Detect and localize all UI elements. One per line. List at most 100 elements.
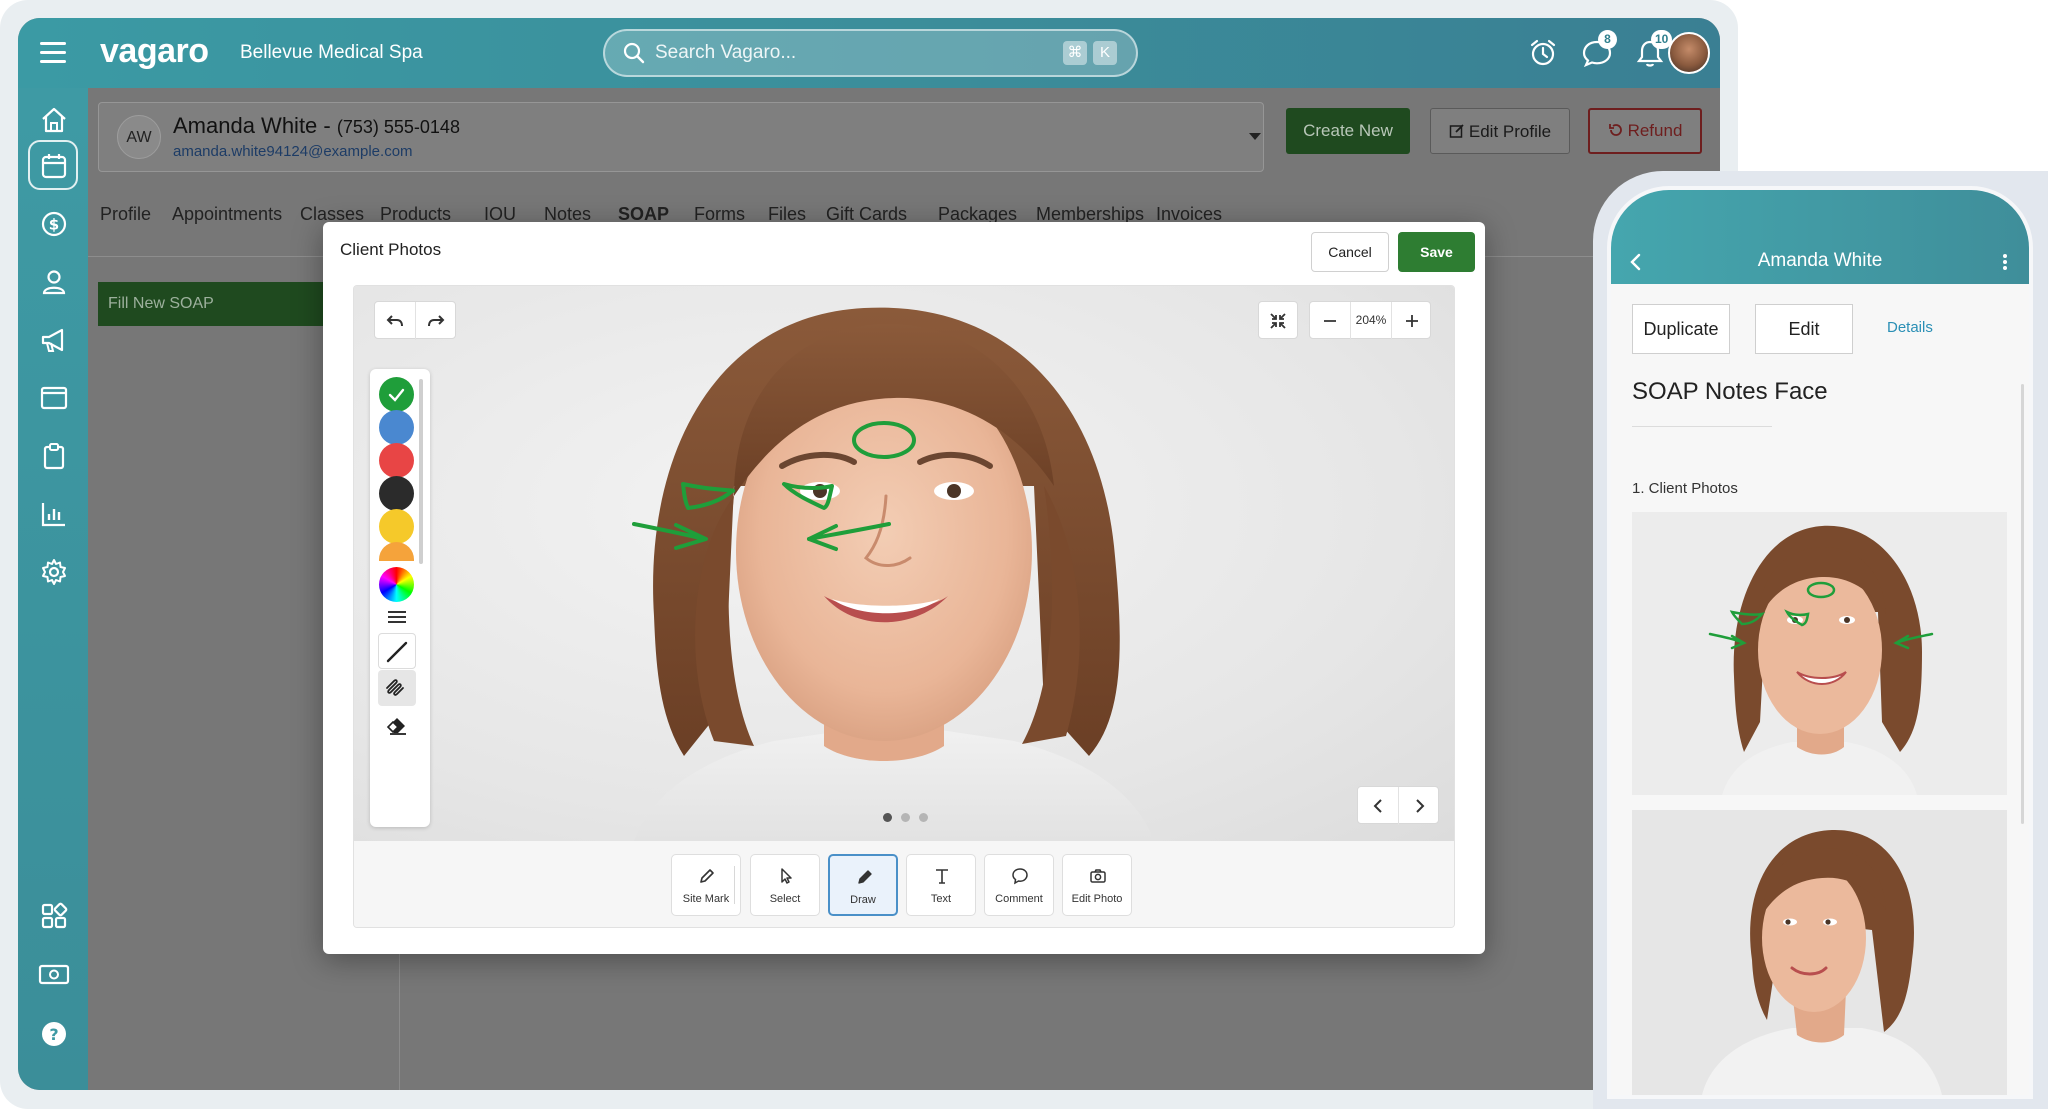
edit-photo-tool-button[interactable]: Edit Photo — [1062, 854, 1132, 916]
mobile-body: Duplicate Edit Details SOAP Notes Face 1… — [1611, 284, 2029, 1095]
apps-grid-icon[interactable] — [40, 902, 68, 930]
soap-title-underline — [1632, 426, 1772, 427]
freehand-tool[interactable] — [378, 670, 416, 706]
top-bar: vagaro Bellevue Medical Spa ⌘ K 8 10 — [18, 18, 1720, 88]
details-link[interactable]: Details — [1887, 319, 1933, 336]
swatch-orange[interactable] — [379, 542, 414, 561]
duplicate-button[interactable]: Duplicate — [1632, 304, 1730, 354]
site-mark-tool-button[interactable]: Site Mark — [671, 854, 741, 916]
tab-appointments[interactable]: Appointments — [172, 204, 282, 225]
user-avatar[interactable] — [1668, 32, 1710, 74]
customers-icon[interactable] — [40, 268, 68, 296]
home-icon[interactable] — [40, 106, 68, 134]
mobile-scrollbar[interactable] — [2021, 384, 2024, 824]
create-new-button[interactable]: Create New — [1286, 108, 1410, 154]
mobile-title: Amanda White — [1757, 250, 1883, 271]
pencil-icon — [700, 869, 714, 883]
previous-photo-icon[interactable] — [1371, 798, 1385, 814]
zoom-out-icon[interactable] — [1322, 314, 1338, 328]
search-input[interactable] — [655, 39, 1035, 67]
palette-scrollbar[interactable] — [419, 379, 423, 564]
client-dropdown-caret-icon[interactable] — [1249, 133, 1261, 140]
undo-redo-group — [374, 301, 456, 340]
refund-button[interactable]: Refund — [1588, 108, 1702, 154]
collapse-arrows-icon — [1270, 313, 1286, 329]
edit-photo-label: Edit Photo — [1071, 893, 1123, 905]
swatch-black[interactable] — [379, 476, 414, 511]
clipboard-icon[interactable] — [40, 442, 68, 470]
shortcut-k-key: K — [1093, 41, 1117, 65]
client-phone: (753) 555-0148 — [336, 117, 460, 137]
dollar-icon[interactable]: $ — [40, 210, 68, 238]
cash-register-icon[interactable] — [38, 960, 70, 988]
eraser-icon[interactable] — [386, 715, 408, 735]
calendar-icon[interactable] — [40, 152, 68, 180]
select-label: Select — [769, 893, 801, 905]
comment-icon — [1012, 868, 1028, 885]
next-photo-icon[interactable] — [1413, 798, 1427, 814]
svg-text:$: $ — [49, 216, 59, 234]
messages-badge: 8 — [1598, 30, 1617, 49]
draw-tool-button[interactable]: Draw — [828, 854, 898, 916]
mobile-edit-button[interactable]: Edit — [1755, 304, 1853, 354]
zoom-level: 204% — [1355, 313, 1387, 327]
marketing-megaphone-icon[interactable] — [40, 326, 68, 354]
camera-icon — [1090, 869, 1106, 883]
client-photo-side[interactable] — [1632, 810, 2007, 1095]
color-wheel-icon[interactable] — [379, 567, 414, 602]
client-photo-annotated[interactable] — [1632, 512, 2007, 795]
swatch-blue[interactable] — [379, 410, 414, 445]
more-vertical-icon[interactable] — [2000, 252, 2010, 272]
search-bar[interactable]: ⌘ K — [603, 29, 1138, 77]
diagonal-line-icon — [386, 641, 408, 663]
modal-title: Client Photos — [340, 240, 442, 259]
menu-icon[interactable] — [40, 42, 66, 64]
pagination-dot-3[interactable] — [919, 813, 928, 822]
check-icon — [388, 388, 405, 402]
fit-to-screen-button[interactable] — [1258, 301, 1298, 339]
client-photos-section-label: 1. Client Photos — [1632, 480, 1738, 497]
text-tool-button[interactable]: Text — [906, 854, 976, 916]
redo-icon[interactable] — [427, 313, 445, 329]
comment-label: Comment — [995, 893, 1043, 905]
pagination-dot-2[interactable] — [901, 813, 910, 822]
alarm-clock-icon[interactable] — [1528, 38, 1558, 68]
comment-tool-button[interactable]: Comment — [984, 854, 1054, 916]
swatch-green[interactable] — [379, 377, 414, 412]
help-icon[interactable]: ? — [40, 1020, 68, 1048]
draw-label: Draw — [850, 894, 876, 906]
edit-profile-label: Edit Profile — [1468, 122, 1552, 141]
select-tool-button[interactable]: Select — [750, 854, 820, 916]
swatch-red[interactable] — [379, 443, 414, 478]
undo-icon[interactable] — [386, 313, 404, 329]
photo-editor: 204% Site Mark Select Draw Text Comment … — [353, 285, 1455, 928]
shortcut-cmd-key: ⌘ — [1063, 41, 1087, 65]
cancel-button[interactable]: Cancel — [1311, 232, 1389, 272]
straight-line-tool[interactable] — [378, 633, 416, 669]
save-button[interactable]: Save — [1398, 232, 1475, 272]
line-weight-icon[interactable] — [386, 609, 408, 625]
fill-new-soap-button[interactable]: Fill New SOAP — [98, 282, 328, 326]
online-presence-icon[interactable] — [40, 384, 68, 412]
edit-icon — [1449, 124, 1464, 138]
search-icon — [623, 42, 645, 64]
client-selector[interactable]: AW Amanda White - (753) 555-0148 amanda.… — [98, 102, 1264, 172]
photo-canvas[interactable]: 204% — [354, 286, 1454, 841]
settings-gear-icon[interactable] — [40, 558, 68, 586]
client-initials-avatar: AW — [117, 115, 161, 159]
swatch-yellow[interactable] — [379, 509, 414, 544]
business-name[interactable]: Bellevue Medical Spa — [240, 42, 423, 64]
client-email[interactable]: amanda.white94124@example.com — [173, 143, 413, 160]
pagination-dot-1[interactable] — [883, 813, 892, 822]
toolbar-separator — [734, 866, 735, 904]
color-palette — [370, 369, 430, 827]
reports-chart-icon[interactable] — [40, 500, 68, 528]
side-profile-thumbnail — [1702, 829, 1942, 1095]
zoom-in-icon[interactable] — [1404, 313, 1420, 329]
photo-navigation — [1357, 786, 1439, 825]
vagaro-logo[interactable]: vagaro — [100, 32, 209, 71]
edit-profile-button[interactable]: Edit Profile — [1430, 108, 1570, 154]
editor-toolbar: Site Mark Select Draw Text Comment Edit … — [354, 841, 1454, 927]
tab-profile[interactable]: Profile — [100, 204, 151, 225]
mobile-app: Amanda White Duplicate Edit Details SOAP… — [1611, 190, 2029, 1095]
